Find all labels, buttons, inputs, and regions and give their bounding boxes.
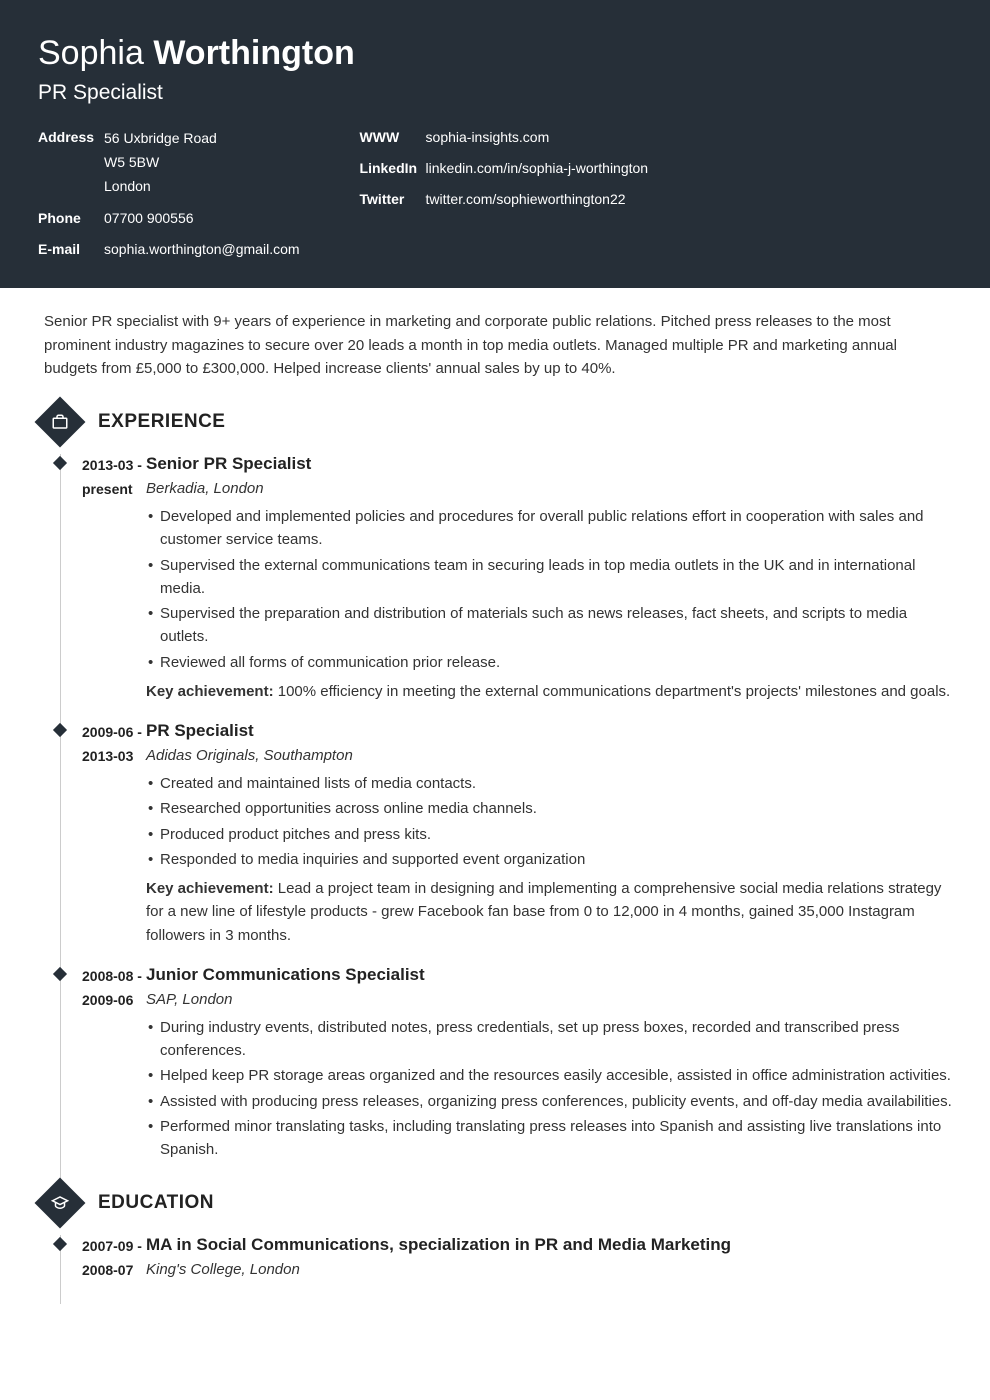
key-achievement-text: 100% efficiency in meeting the external … [274, 683, 951, 700]
entry-subtitle: King's College, London [146, 1261, 952, 1278]
contact-label: LinkedIn [360, 158, 426, 179]
entry-subtitle: Adidas Originals, Southampton [146, 747, 952, 764]
contact-row: Address56 Uxbridge RoadW5 5BWLondon [38, 127, 300, 198]
list-item: Helped keep PR storage areas organized a… [146, 1064, 952, 1087]
contact-label: E-mail [38, 239, 104, 260]
contact-value: sophia-insights.com [426, 127, 550, 148]
job-title: PR Specialist [38, 81, 952, 105]
briefcase-icon [35, 397, 86, 448]
entry-bullets: Created and maintained lists of media co… [146, 772, 952, 871]
contact-label: WWW [360, 127, 426, 148]
entry-body: Senior PR Specialist Berkadia, London Deve… [146, 454, 952, 703]
contact-row: E-mailsophia.worthington@gmail.com [38, 239, 300, 260]
resume-body: Senior PR specialist with 9+ years of ex… [0, 288, 990, 1334]
contact-label: Twitter [360, 189, 426, 210]
timeline-entry: 2007-09 - 2008-07MA in Social Communicat… [60, 1235, 952, 1304]
list-item: Created and maintained lists of media co… [146, 772, 952, 795]
timeline-entry: 2009-06 - 2013-03PR Specialist Adidas Ori… [60, 721, 952, 965]
contact-value: 07700 900556 [104, 208, 194, 229]
entry-body: PR Specialist Adidas Originals, Southampt… [146, 721, 952, 947]
entry-date: 2008-08 - 2009-06 [60, 965, 146, 1168]
entry-body: Junior Communications Specialist SAP, Lon… [146, 965, 952, 1168]
list-item: Supervised the preparation and distribut… [146, 602, 952, 649]
key-achievement-label: Key achievement: [146, 880, 274, 897]
list-item: Responded to media inquiries and support… [146, 848, 952, 871]
entry-date: 2007-09 - 2008-07 [60, 1235, 146, 1286]
entry-title: Senior PR Specialist [146, 454, 952, 474]
contact-column-left: Address56 Uxbridge RoadW5 5BWLondonPhone… [38, 127, 300, 260]
list-item: Supervised the external communications t… [146, 554, 952, 601]
contact-row: Phone07700 900556 [38, 208, 300, 229]
summary-text: Senior PR specialist with 9+ years of ex… [44, 310, 952, 380]
entry-subtitle: SAP, London [146, 991, 952, 1008]
last-name: Worthington [153, 34, 354, 72]
entry-date: 2013-03 - present [60, 454, 146, 703]
list-item: Performed minor translating tasks, inclu… [146, 1115, 952, 1162]
first-name: Sophia [38, 34, 144, 72]
entry-bullets: Developed and implemented policies and p… [146, 505, 952, 674]
section-header: EDUCATION [44, 1185, 952, 1221]
key-achievement-label: Key achievement: [146, 683, 274, 700]
entry-date: 2009-06 - 2013-03 [60, 721, 146, 947]
entry-body: MA in Social Communications, specializat… [146, 1235, 952, 1286]
section-header: EXPERIENCE [44, 404, 952, 440]
entry-title: Junior Communications Specialist [146, 965, 952, 985]
list-item: Produced product pitches and press kits. [146, 823, 952, 846]
contact-grid: Address56 Uxbridge RoadW5 5BWLondonPhone… [38, 127, 952, 260]
contact-column-right: WWWsophia-insights.comLinkedInlinkedin.c… [360, 127, 649, 260]
contact-value: 56 Uxbridge RoadW5 5BWLondon [104, 127, 217, 198]
timeline-entry: 2008-08 - 2009-06Junior Communications S… [60, 965, 952, 1186]
experience-section: EXPERIENCE 2013-03 - presentSenior PR Sp… [44, 404, 952, 1185]
entry-subtitle: Berkadia, London [146, 480, 952, 497]
full-name: Sophia Worthington [38, 34, 952, 73]
timeline-entry: 2013-03 - presentSenior PR Specialist Ber… [60, 454, 952, 721]
experience-timeline: 2013-03 - presentSenior PR Specialist Ber… [60, 454, 952, 1185]
key-achievement: Key achievement: 100% efficiency in meet… [146, 680, 952, 703]
contact-value: twitter.com/sophieworthington22 [426, 189, 626, 210]
graduation-cap-icon [35, 1178, 86, 1229]
list-item: Developed and implemented policies and p… [146, 505, 952, 552]
education-title: EDUCATION [98, 1192, 214, 1214]
list-item: Reviewed all forms of communication prio… [146, 651, 952, 674]
experience-title: EXPERIENCE [98, 411, 225, 433]
contact-row: Twittertwitter.com/sophieworthington22 [360, 189, 649, 210]
contact-row: WWWsophia-insights.com [360, 127, 649, 148]
list-item: During industry events, distributed note… [146, 1016, 952, 1063]
entry-title: MA in Social Communications, specializat… [146, 1235, 952, 1255]
contact-value: sophia.worthington@gmail.com [104, 239, 300, 260]
list-item: Researched opportunities across online m… [146, 797, 952, 820]
contact-row: LinkedInlinkedin.com/in/sophia-j-worthin… [360, 158, 649, 179]
education-timeline: 2007-09 - 2008-07MA in Social Communicat… [60, 1235, 952, 1304]
key-achievement: Key achievement: Lead a project team in … [146, 877, 952, 947]
list-item: Assisted with producing press releases, … [146, 1090, 952, 1113]
entry-bullets: During industry events, distributed note… [146, 1016, 952, 1162]
education-section: EDUCATION 2007-09 - 2008-07MA in Social … [44, 1185, 952, 1304]
contact-label: Address [38, 127, 104, 198]
contact-value: linkedin.com/in/sophia-j-worthington [426, 158, 649, 179]
entry-title: PR Specialist [146, 721, 952, 741]
resume-header: Sophia Worthington PR Specialist Address… [0, 0, 990, 288]
contact-label: Phone [38, 208, 104, 229]
